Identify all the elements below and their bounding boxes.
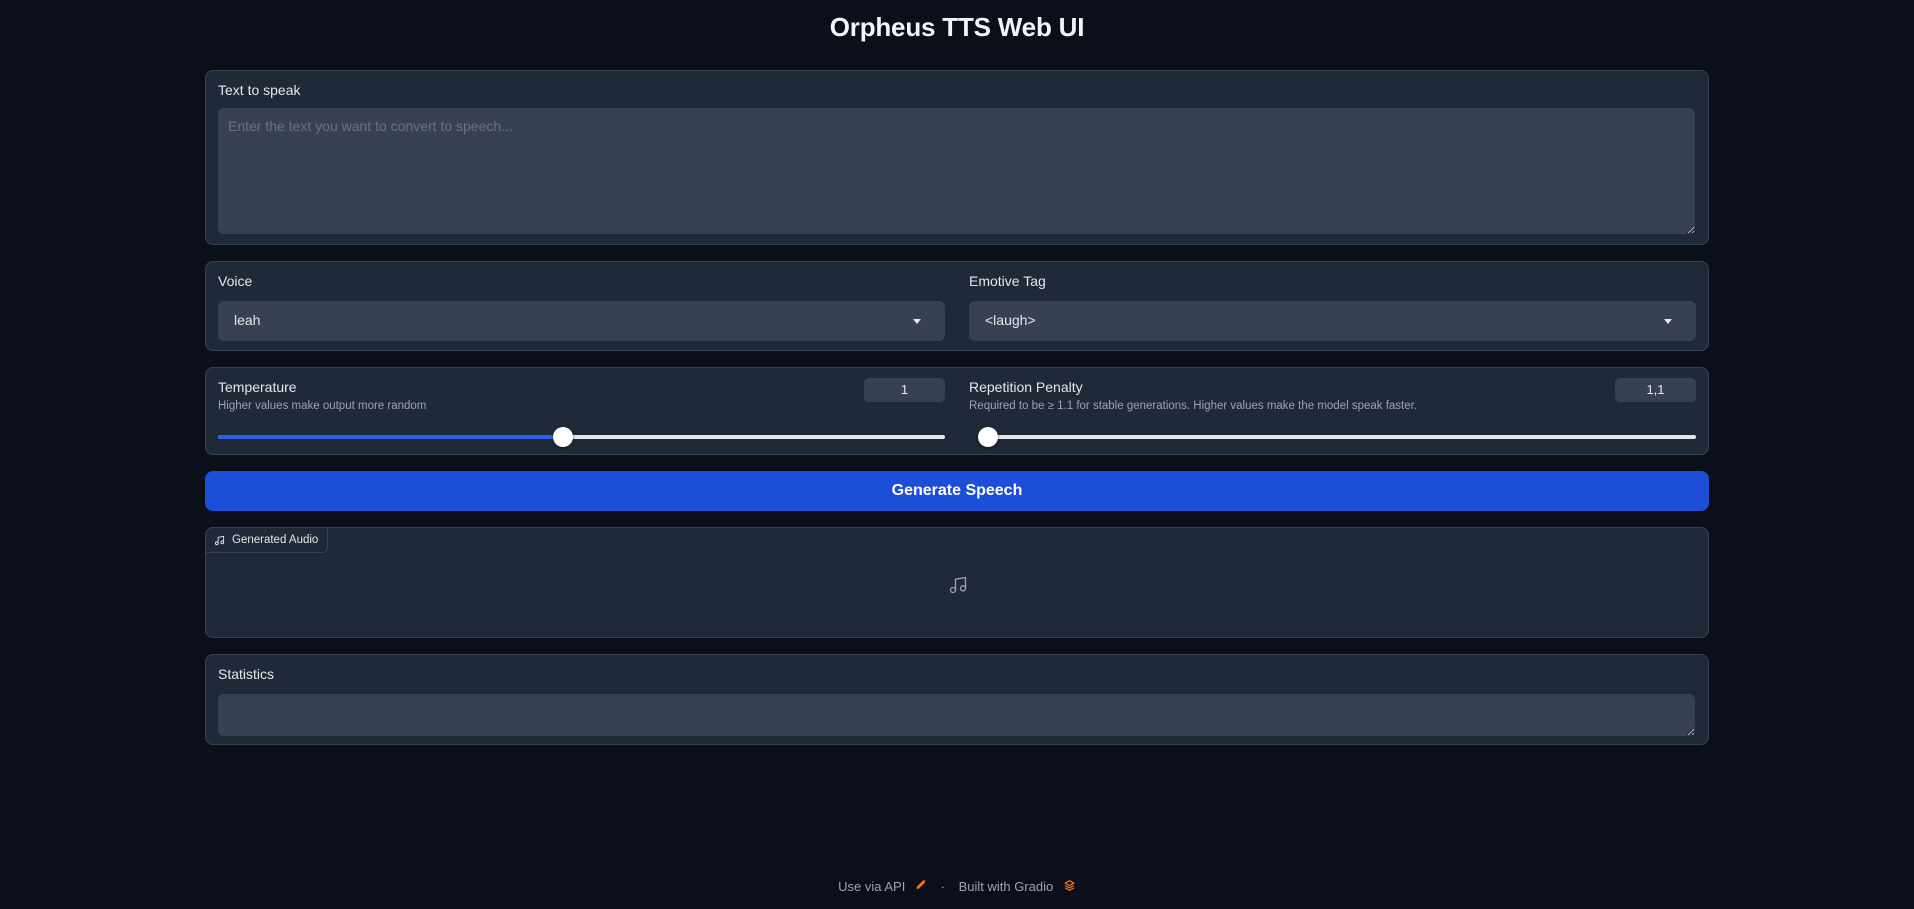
gradio-logo-icon xyxy=(1063,879,1076,895)
footer: Use via API · Built with Gradio xyxy=(0,878,1914,895)
page-title: Orpheus TTS Web UI xyxy=(829,12,1085,42)
voice-options-panel: Voice leah Emotive Tag <laugh> xyxy=(205,261,1709,351)
text-input-field[interactable] xyxy=(218,108,1695,234)
generate-speech-button[interactable]: Generate Speech xyxy=(205,471,1709,511)
statistics-field[interactable] xyxy=(218,694,1695,736)
temperature-slider[interactable] xyxy=(218,427,945,447)
music-note-icon xyxy=(949,576,967,594)
repetition-slider-thumb[interactable] xyxy=(978,427,998,447)
temperature-label: Temperature xyxy=(218,379,297,395)
emotive-selected-value: <laugh> xyxy=(985,312,1036,328)
text-input-label: Text to speak xyxy=(218,82,301,98)
repetition-label: Repetition Penalty xyxy=(969,379,1083,395)
built-with-gradio-link[interactable]: Built with Gradio xyxy=(959,879,1054,894)
voice-dropdown[interactable]: leah xyxy=(218,301,945,341)
chevron-down-icon xyxy=(1664,319,1672,324)
repetition-slider[interactable] xyxy=(978,427,1696,447)
music-note-icon xyxy=(214,535,225,545)
temperature-slider-fill xyxy=(218,435,564,439)
emotive-label: Emotive Tag xyxy=(969,273,1046,289)
sliders-panel: Temperature Higher values make output mo… xyxy=(205,367,1709,455)
text-input-panel: Text to speak xyxy=(205,70,1709,245)
footer-separator: · xyxy=(940,879,945,895)
voice-selected-value: leah xyxy=(234,312,261,328)
rocket-icon xyxy=(915,879,931,894)
statistics-panel: Statistics xyxy=(205,654,1709,745)
use-via-api-link[interactable]: Use via API xyxy=(838,879,905,894)
repetition-number-input[interactable]: 1,1 xyxy=(1615,378,1696,402)
repetition-info: Required to be ≥ 1.1 for stable generati… xyxy=(969,400,1418,412)
generated-audio-label-text: Generated Audio xyxy=(232,534,319,546)
temperature-number-input[interactable]: 1 xyxy=(864,378,945,402)
generated-audio-label: Generated Audio xyxy=(205,527,329,553)
chevron-down-icon xyxy=(913,319,921,324)
temperature-info: Higher values make output more random xyxy=(218,400,427,412)
temperature-slider-thumb[interactable] xyxy=(553,427,574,447)
emotive-dropdown[interactable]: <laugh> xyxy=(969,301,1696,341)
voice-label: Voice xyxy=(218,273,253,289)
statistics-label: Statistics xyxy=(218,666,275,682)
generated-audio-panel: Generated Audio xyxy=(205,527,1709,638)
